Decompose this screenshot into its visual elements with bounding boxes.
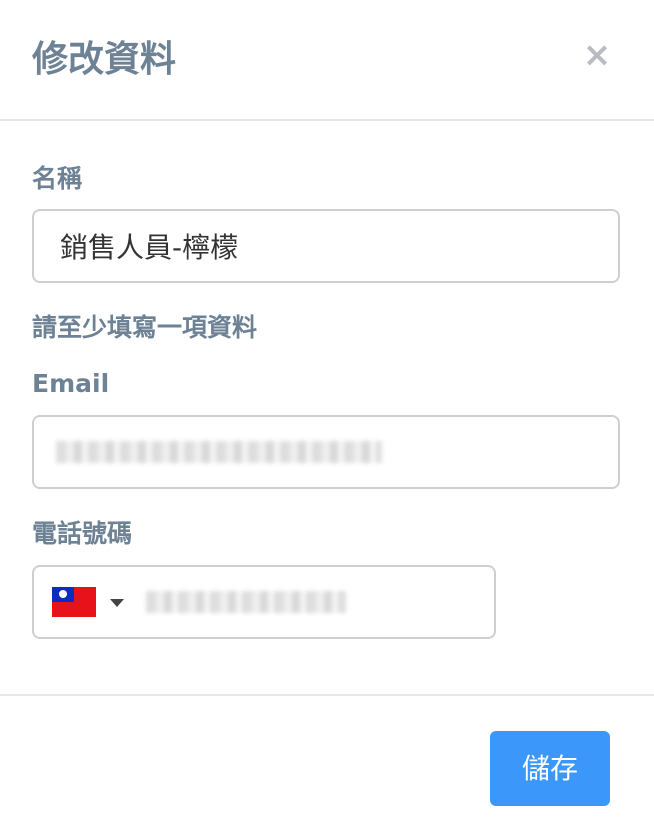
name-label: 名稱 (32, 164, 83, 193)
flag-canton (52, 587, 74, 602)
hint-text: 請至少填寫一項資料 (32, 313, 258, 342)
name-input[interactable] (32, 209, 620, 283)
email-label: Email (32, 369, 110, 398)
save-button[interactable]: 儲存 (490, 731, 610, 806)
flag-sun (59, 590, 67, 598)
phone-value-redacted (146, 591, 346, 613)
taiwan-flag-icon[interactable] (52, 587, 96, 617)
phone-field (32, 565, 496, 639)
country-dropdown-caret-icon[interactable] (110, 599, 124, 607)
dialog-footer: 儲存 (0, 694, 654, 838)
phone-input[interactable] (142, 567, 488, 637)
email-field[interactable] (32, 415, 620, 489)
dialog-header: 修改資料 × (0, 0, 654, 121)
dialog-title: 修改資料 (32, 39, 177, 80)
email-value-redacted (56, 441, 382, 463)
phone-label: 電話號碼 (32, 519, 133, 548)
close-icon[interactable]: × (578, 34, 616, 76)
edit-profile-dialog: 修改資料 × 名稱 請至少填寫一項資料 Email 電話號碼 儲存 (0, 0, 654, 838)
